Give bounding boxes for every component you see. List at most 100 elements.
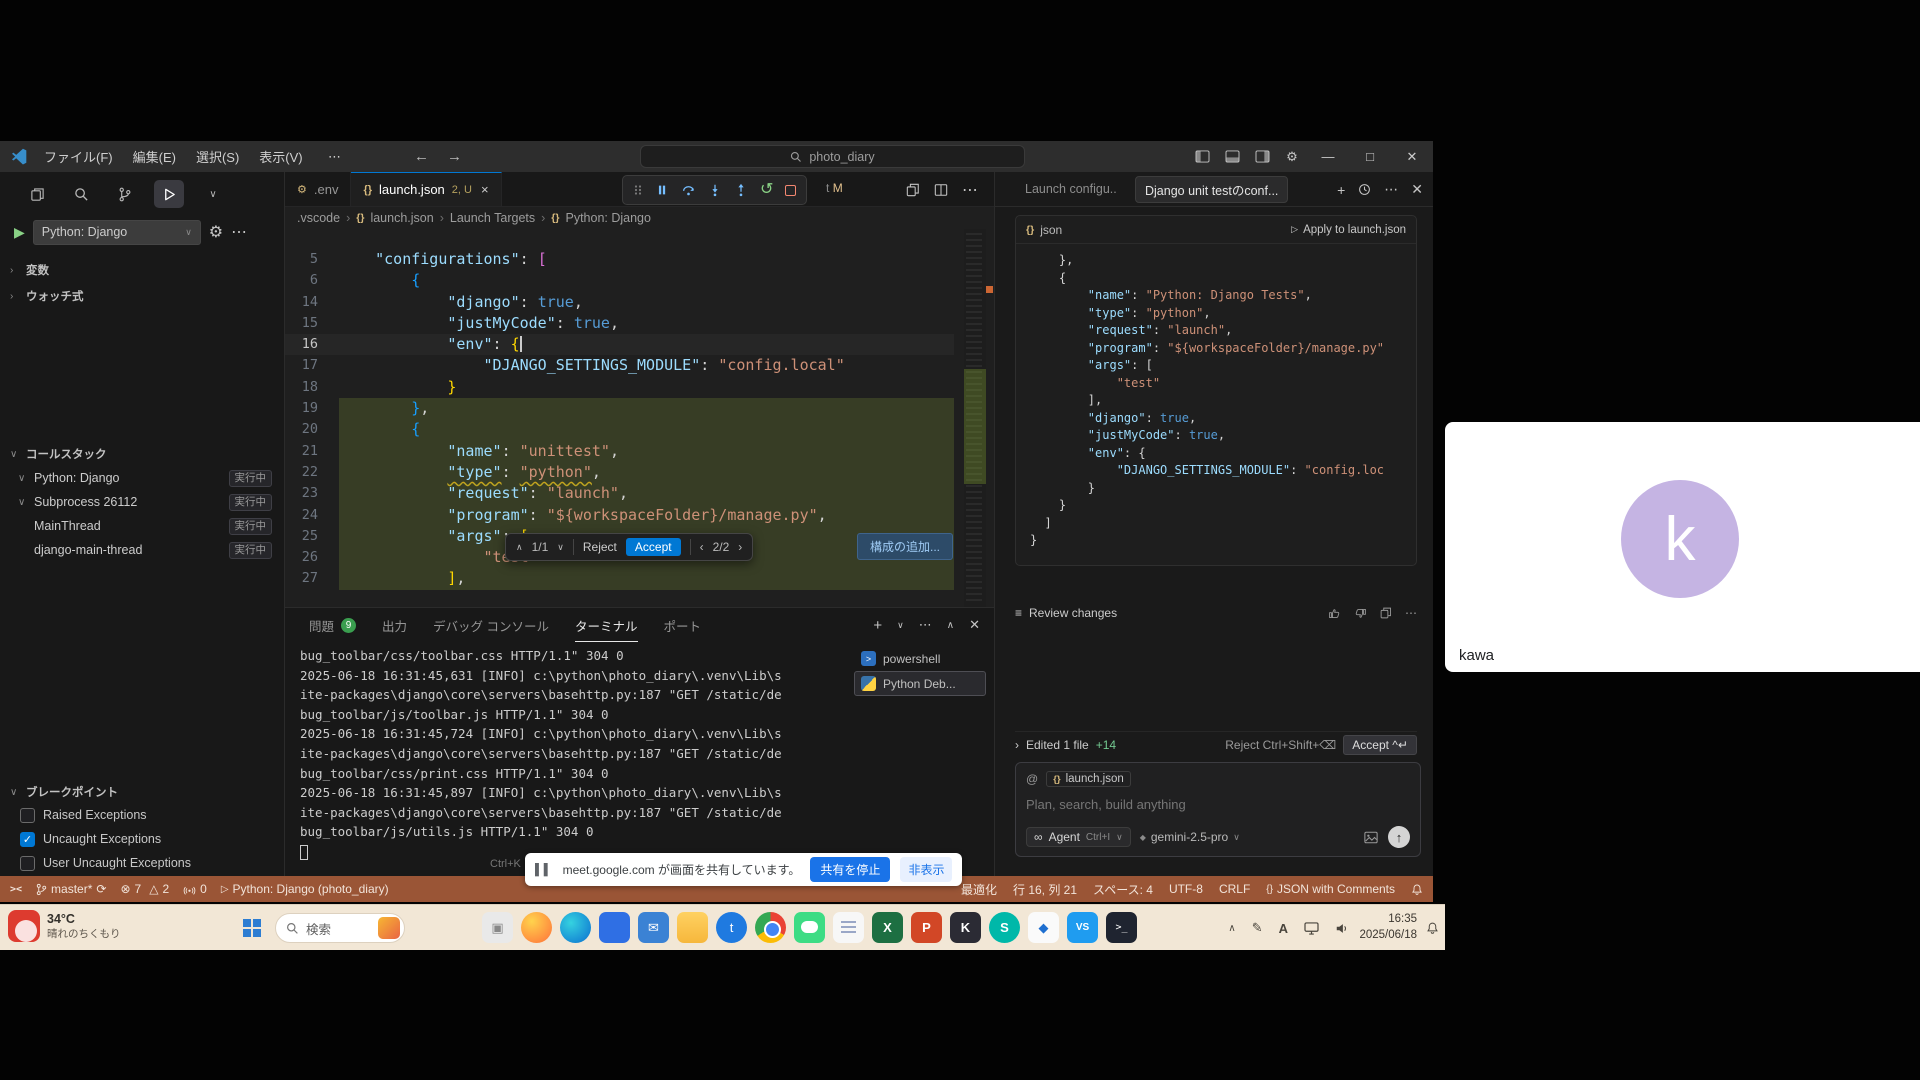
code-line[interactable]: "program": "${workspaceFolder}/manage.py… [1030,340,1416,358]
breadcrumb-item[interactable]: .vscode [297,211,340,225]
speaker-icon[interactable] [1335,922,1349,935]
menu-item[interactable]: ファイル(F) [36,144,121,169]
breakpoint-checkbox[interactable]: ✓ [20,832,35,847]
prev-file-icon[interactable]: ‹ [700,540,704,554]
close-panel-icon[interactable]: ✕ [969,617,980,633]
code-line[interactable]: 21 "name": "unittest", [285,441,954,462]
review-changes-label[interactable]: Review changes [1029,606,1117,620]
code-line[interactable]: "type": "python", [1030,305,1416,323]
debug-settings-gear-icon[interactable]: ⚙ [209,222,223,242]
minimize-button[interactable]: — [1307,141,1349,172]
callstack-section-header[interactable]: ∨ コールスタック [10,442,278,466]
panel-tab[interactable]: 出力 [382,608,407,642]
callstack-item[interactable]: django-main-thread実行中 [0,538,284,562]
photos-icon[interactable]: ▣ [482,912,513,943]
step-over-icon[interactable] [681,183,696,197]
line-icon[interactable] [794,912,825,943]
menu-item[interactable]: 選択(S) [188,144,247,169]
thumbs-down-icon[interactable] [1354,607,1367,620]
display-icon[interactable] [1304,922,1319,935]
add-configuration-button[interactable]: 構成の追加... [857,533,953,560]
encoding-item[interactable]: UTF-8 [1169,882,1203,896]
toggle-panel-icon[interactable] [1217,141,1247,172]
callstack-item[interactable]: ∨Subprocess 26112実行中 [0,490,284,514]
breadcrumb-item[interactable]: Launch Targets [450,211,535,225]
run-debug-icon[interactable] [154,180,184,208]
customize-layout-gear-icon[interactable]: ⚙ [1277,141,1307,172]
panel-tab[interactable]: 問題9 [309,608,356,642]
code-line[interactable]: "DJANGO_SETTINGS_MODULE": "config.loc [1030,462,1416,480]
maximize-button[interactable]: □ [1349,141,1391,172]
pause-icon[interactable] [655,183,669,197]
new-terminal-icon[interactable]: + [873,617,882,634]
reject-all-button[interactable]: Reject Ctrl+Shift+⌫ [1225,738,1336,752]
breakpoint-item[interactable]: ✓Uncaught Exceptions [0,827,284,851]
code-line[interactable]: } [1030,497,1416,515]
code-line[interactable]: 19 }, [285,398,954,419]
code-line[interactable]: "justMyCode": true, [1030,427,1416,445]
chat-input-box[interactable]: @ {} launch.json Plan, search, build any… [1015,762,1421,857]
breakpoint-item[interactable]: User Uncaught Exceptions [0,851,284,875]
code-line[interactable]: 23 "request": "launch", [285,483,954,504]
menu-overflow[interactable]: ⋯ [320,146,349,168]
terminal-icon[interactable]: >_ [1106,912,1137,943]
remote-indicator-icon[interactable]: >< [10,884,22,895]
pen-icon[interactable]: ✎ [1252,920,1263,936]
more-actions-icon[interactable]: ⋯ [962,180,978,200]
variables-section-header[interactable]: › 変数 [10,258,278,282]
close-chat-icon[interactable]: ✕ [1411,181,1423,198]
optimize-item[interactable]: 最適化 [961,881,997,898]
panel-tab[interactable]: ポート [664,608,702,642]
notifications-bell-icon[interactable] [1411,883,1423,896]
open-changes-icon[interactable] [906,183,920,197]
code-line[interactable]: 5 "configurations": [ [285,249,954,270]
code-line[interactable]: 16 "env": { [285,334,954,355]
code-line[interactable]: 27 ], [285,568,954,589]
code-line[interactable]: 14 "django": true, [285,292,954,313]
broadcast-item[interactable]: 0 [183,882,207,896]
accept-button[interactable]: Accept [626,538,681,556]
code-line[interactable]: "django": true, [1030,410,1416,428]
terminal-instance[interactable]: >powershell [854,646,986,671]
firefox-icon[interactable] [521,912,552,943]
file-explorer-icon[interactable] [677,912,708,943]
debug-config-select[interactable]: Python: Django ∨ [33,220,201,245]
step-out-icon[interactable] [734,183,748,197]
indentation-item[interactable]: スペース: 4 [1093,881,1153,898]
vscode-icon[interactable]: VS [1067,912,1098,943]
stop-icon[interactable] [785,185,796,196]
model-picker[interactable]: ◆ gemini-2.5-pro ∨ [1140,830,1240,844]
chevron-right-icon[interactable]: › [1015,738,1019,752]
code-line[interactable]: "name": "Python: Django Tests", [1030,287,1416,305]
breakpoint-checkbox[interactable] [20,808,35,823]
weather-widget[interactable]: 34°C 晴れのちくもり [8,910,121,942]
step-into-icon[interactable] [708,183,722,197]
notification-bell-icon[interactable] [1426,921,1439,935]
cursor-position-item[interactable]: 行 16, 列 21 [1013,881,1077,898]
source-control-icon[interactable] [110,180,140,208]
back-icon[interactable]: ← [414,148,429,165]
teal-app-icon[interactable]: S [989,912,1020,943]
breakpoint-item[interactable]: Raised Exceptions [0,803,284,827]
more-actions-icon[interactable]: ⋯ [1384,181,1398,198]
taskbar-search[interactable]: 検索 [275,913,405,943]
tray-chevron-up-icon[interactable]: ∧ [1228,923,1235,934]
code-line[interactable]: } [1030,480,1416,498]
editor-tab[interactable]: {}launch.json2, U× [351,172,501,206]
copy-icon[interactable] [1380,607,1392,619]
callstack-item[interactable]: MainThread実行中 [0,514,284,538]
thumbs-up-icon[interactable] [1328,607,1341,620]
code-line[interactable]: ], [1030,392,1416,410]
start-button[interactable] [243,919,261,937]
forward-icon[interactable]: → [447,148,462,165]
chat-session-tab-active[interactable]: Django unit testのconf... [1135,176,1288,203]
start-debug-icon[interactable]: ▶ [14,224,25,241]
code-line[interactable]: 6 { [285,270,954,291]
code-line[interactable]: "test" [1030,375,1416,393]
prev-hunk-icon[interactable]: ∧ [516,542,523,553]
accept-all-button[interactable]: Accept ^↵ [1343,735,1417,755]
hide-toast-button[interactable]: 非表示 [900,857,952,882]
meet-participant-tile[interactable]: k kawa [1445,422,1920,672]
callstack-item[interactable]: ∨Python: Django実行中 [0,466,284,490]
terminal-dropdown-icon[interactable]: ∨ [897,620,904,631]
